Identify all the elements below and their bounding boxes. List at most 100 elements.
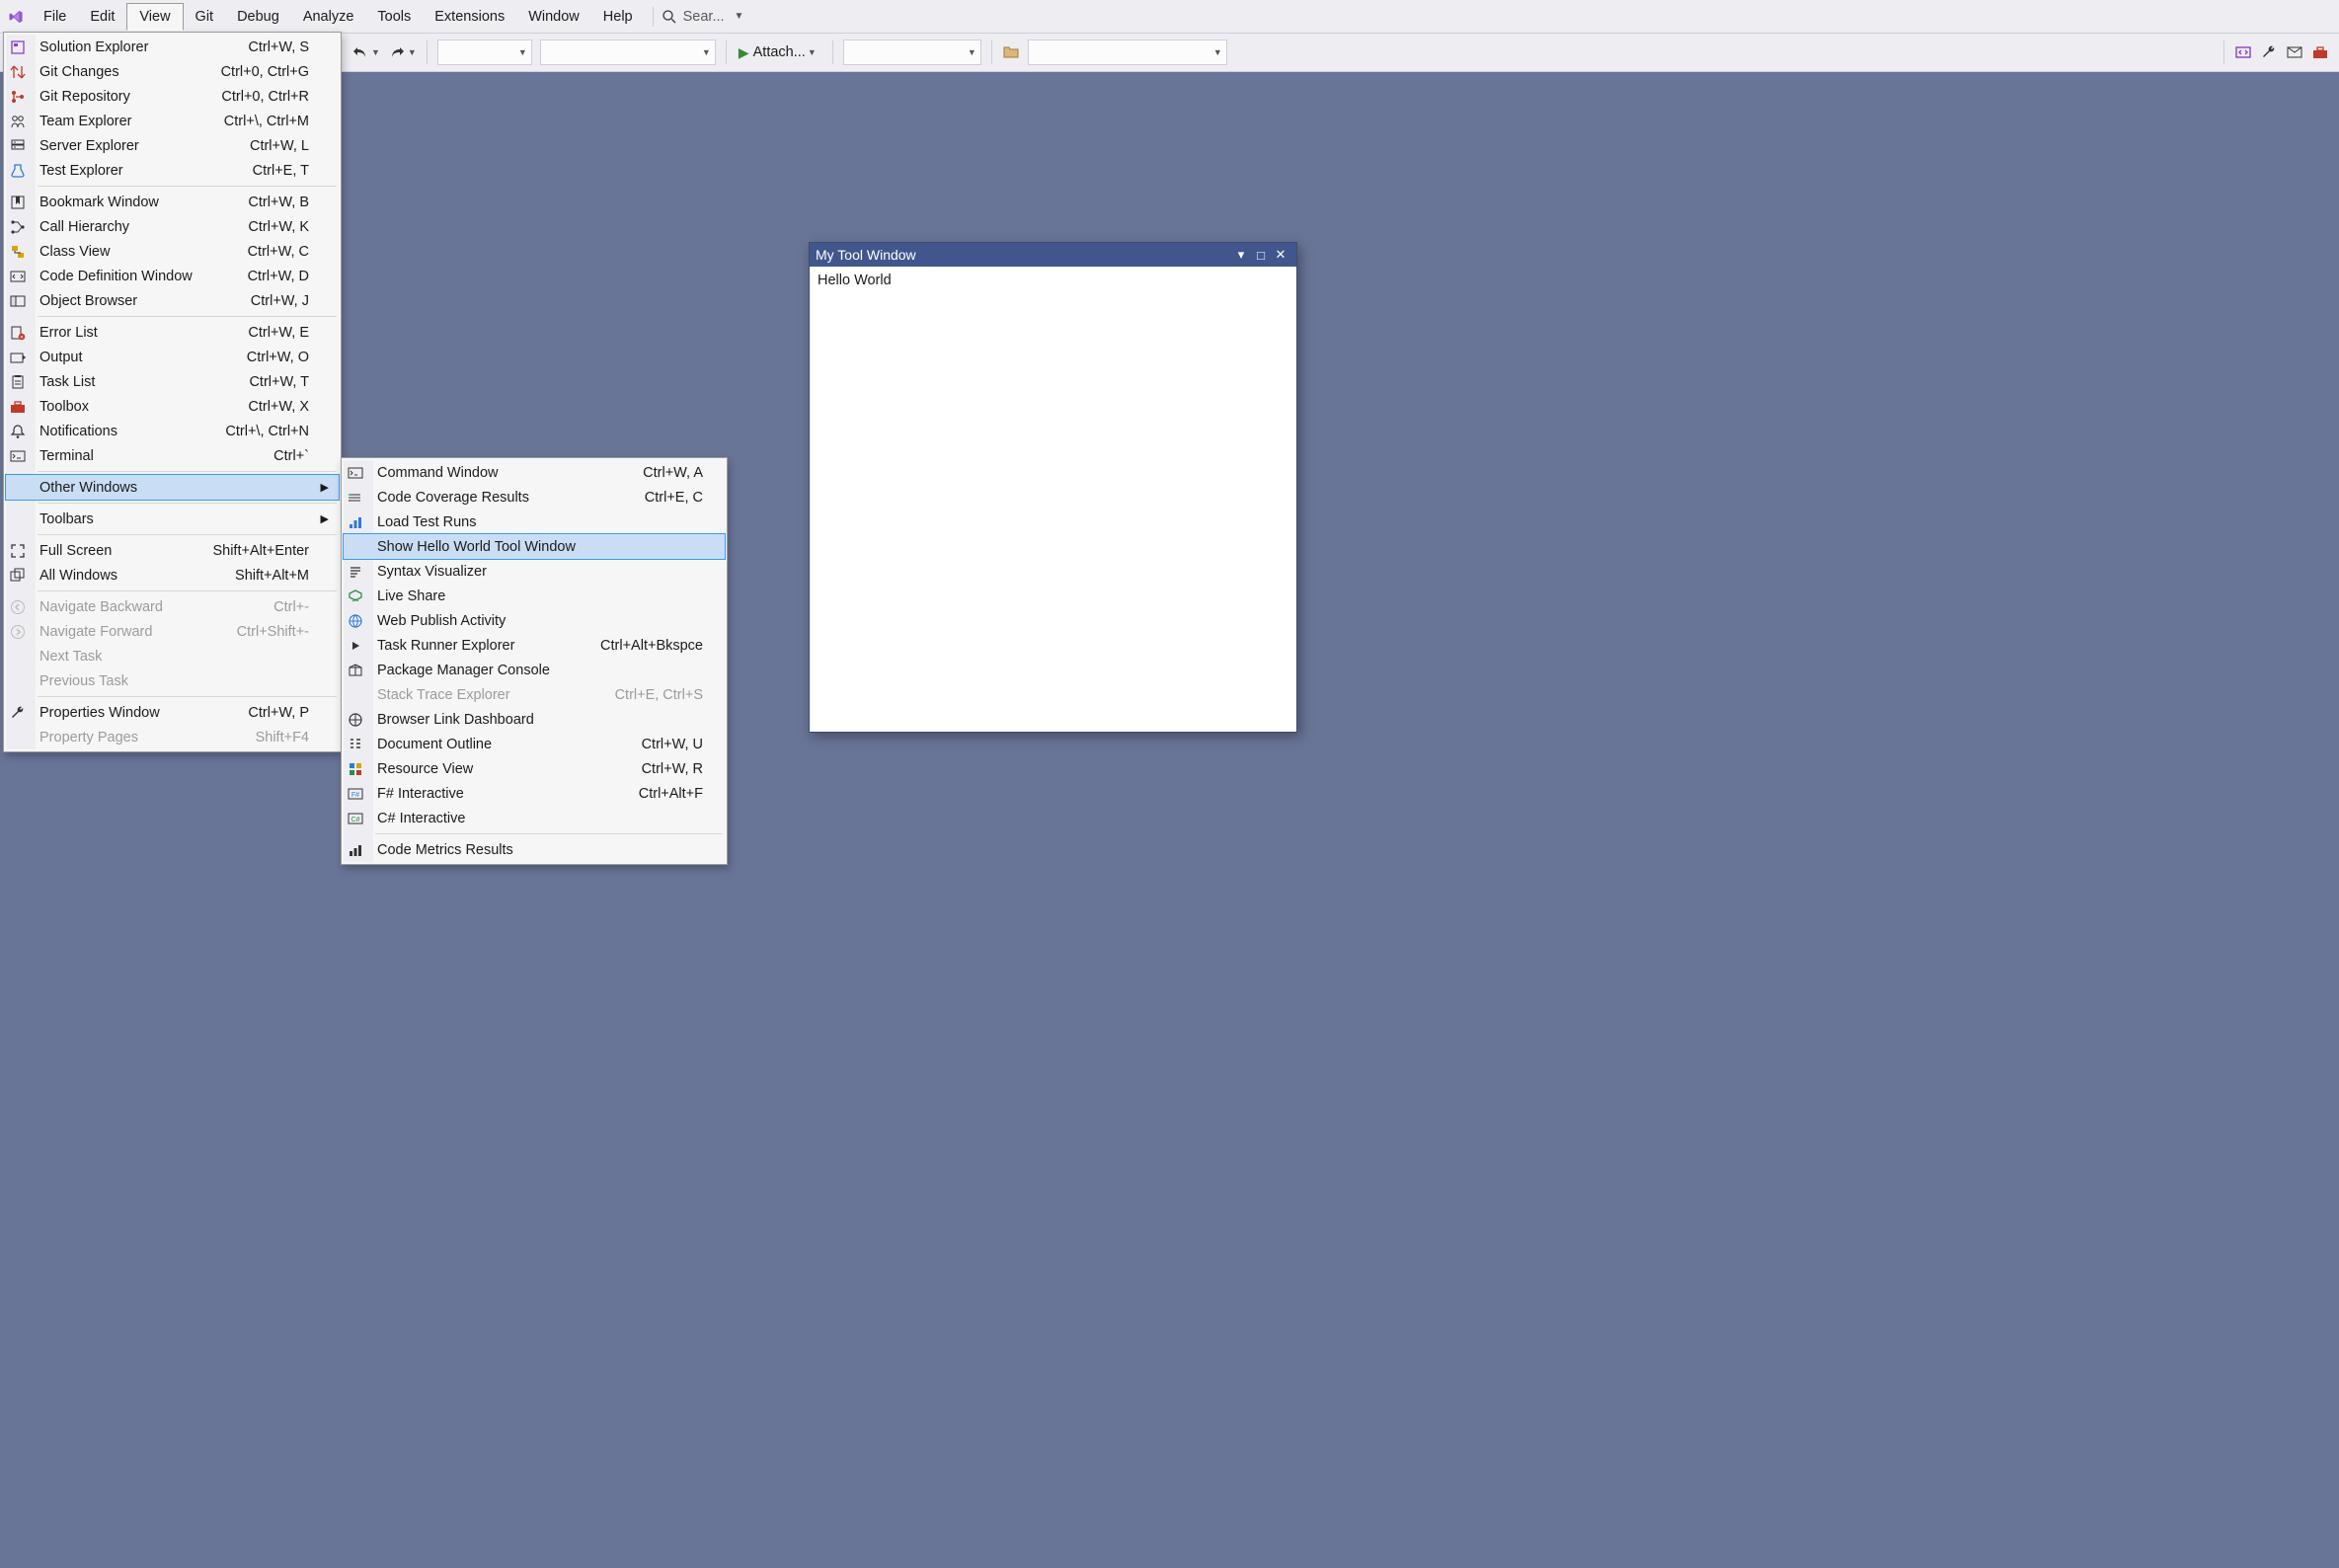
- menu-item-class-view[interactable]: Class ViewCtrl+W, C: [6, 239, 339, 264]
- menu-item-label: Syntax Visualizer: [377, 564, 487, 580]
- menubar-item-extensions[interactable]: Extensions: [423, 3, 516, 31]
- menu-item-label: Next Task: [39, 649, 102, 665]
- svg-text:F#: F#: [351, 792, 359, 799]
- menu-item-syntax-visualizer[interactable]: Syntax Visualizer: [344, 559, 725, 584]
- menu-item-command-window[interactable]: Command WindowCtrl+W, A: [344, 460, 725, 485]
- menubar-item-git[interactable]: Git: [184, 3, 226, 31]
- undo-icon[interactable]: [350, 41, 371, 63]
- menu-item-shortcut: Shift+Alt+Enter: [212, 543, 309, 559]
- menu-item-code-metrics-results[interactable]: Code Metrics Results: [344, 837, 725, 862]
- menu-item-server-explorer[interactable]: Server ExplorerCtrl+W, L: [6, 133, 339, 158]
- menu-item-browser-link-dashboard[interactable]: Browser Link Dashboard: [344, 707, 725, 732]
- chevron-down-icon: ▼: [518, 47, 527, 57]
- menu-item-task-list[interactable]: Task ListCtrl+W, T: [6, 369, 339, 394]
- solution-platform-combo[interactable]: ▼: [540, 39, 716, 65]
- menu-item-git-changes[interactable]: Git ChangesCtrl+0, Ctrl+G: [6, 59, 339, 84]
- menu-item-shortcut: Ctrl+Shift+-: [237, 624, 309, 640]
- folder-icon[interactable]: [1000, 41, 1022, 63]
- menu-item-label: Task List: [39, 374, 95, 390]
- menu-item-team-explorer[interactable]: Team ExplorerCtrl+\, Ctrl+M: [6, 109, 339, 133]
- menu-item-terminal[interactable]: TerminalCtrl+`: [6, 443, 339, 468]
- menu-item-notifications[interactable]: NotificationsCtrl+\, Ctrl+N: [6, 419, 339, 443]
- menu-item-f-interactive[interactable]: F#F# InteractiveCtrl+Alt+F: [344, 781, 725, 806]
- chevron-down-icon[interactable]: ▼: [371, 47, 380, 57]
- menu-item-label: C# Interactive: [377, 811, 465, 826]
- chevron-down-icon: ▼: [968, 47, 976, 57]
- menu-item-full-screen[interactable]: Full ScreenShift+Alt+Enter: [6, 538, 339, 563]
- menu-item-git-repository[interactable]: Git RepositoryCtrl+0, Ctrl+R: [6, 84, 339, 109]
- menu-item-task-runner-explorer[interactable]: Task Runner ExplorerCtrl+Alt+Bkspce: [344, 633, 725, 658]
- wrench-icon[interactable]: [2258, 41, 2280, 63]
- menu-item-resource-view[interactable]: Resource ViewCtrl+W, R: [344, 756, 725, 781]
- toolbox-right-icon[interactable]: [2309, 41, 2331, 63]
- menu-item-label: Live Share: [377, 588, 445, 604]
- menubar-item-view[interactable]: View: [126, 3, 183, 31]
- menu-item-web-publish-activity[interactable]: Web Publish Activity: [344, 608, 725, 633]
- menubar-item-help[interactable]: Help: [591, 3, 645, 31]
- menu-item-label: All Windows: [39, 568, 117, 584]
- menubar-item-file[interactable]: File: [32, 3, 78, 31]
- menubar-item-window[interactable]: Window: [516, 3, 591, 31]
- menu-item-output[interactable]: OutputCtrl+W, O: [6, 345, 339, 369]
- menubar-item-analyze[interactable]: Analyze: [291, 3, 366, 31]
- maximize-icon[interactable]: □: [1251, 248, 1271, 263]
- menu-item-test-explorer[interactable]: Test ExplorerCtrl+E, T: [6, 158, 339, 183]
- search-box[interactable]: Sear... ▼: [662, 9, 744, 25]
- menu-item-navigate-forward: Navigate ForwardCtrl+Shift+-: [6, 619, 339, 644]
- menu-item-other-windows[interactable]: Other Windows▶: [5, 474, 340, 501]
- menu-item-label: Document Outline: [377, 737, 492, 752]
- menu-item-live-share[interactable]: Live Share: [344, 584, 725, 608]
- class-view-icon: [10, 244, 32, 260]
- menu-item-document-outline[interactable]: Document OutlineCtrl+W, U: [344, 732, 725, 756]
- chevron-down-icon: ▼: [1213, 47, 1222, 57]
- vs-logo-icon: [6, 7, 26, 27]
- menu-item-code-coverage-results[interactable]: Code Coverage ResultsCtrl+E, C: [344, 485, 725, 510]
- menu-item-shortcut: Ctrl+E, T: [253, 163, 309, 179]
- envelope-icon[interactable]: [2284, 41, 2305, 63]
- startup-project-combo[interactable]: ▼: [843, 39, 981, 65]
- menu-item-object-browser[interactable]: Object BrowserCtrl+W, J: [6, 288, 339, 313]
- code-def-window-icon: [10, 269, 32, 284]
- menu-item-shortcut: Ctrl+W, B: [248, 195, 309, 210]
- window-menu-icon[interactable]: ▾: [1231, 247, 1251, 263]
- menu-item-properties-window[interactable]: Properties WindowCtrl+W, P: [6, 700, 339, 725]
- nav-back-icon: [10, 599, 32, 615]
- menu-item-load-test-runs[interactable]: Load Test Runs: [344, 510, 725, 534]
- syntax-visualizer-icon: [348, 564, 369, 580]
- menubar-item-tools[interactable]: Tools: [365, 3, 423, 31]
- menu-item-c-interactive[interactable]: C#C# Interactive: [344, 806, 725, 830]
- menu-item-label: Stack Trace Explorer: [377, 687, 510, 703]
- menu-item-solution-explorer[interactable]: Solution ExplorerCtrl+W, S: [6, 35, 339, 59]
- live-share-icon[interactable]: [2232, 41, 2254, 63]
- attach-button[interactable]: ▶ Attach... ▼: [733, 44, 826, 61]
- menu-item-error-list[interactable]: ✕Error ListCtrl+W, E: [6, 320, 339, 345]
- redo-icon[interactable]: [386, 41, 408, 63]
- error-list-icon: ✕: [10, 325, 32, 341]
- menu-item-toolbars[interactable]: Toolbars▶: [6, 507, 339, 531]
- menu-item-label: Properties Window: [39, 705, 160, 721]
- menubar-item-debug[interactable]: Debug: [225, 3, 291, 31]
- solution-config-combo[interactable]: ▼: [437, 39, 532, 65]
- menubar-item-edit[interactable]: Edit: [78, 3, 126, 31]
- close-icon[interactable]: ✕: [1271, 247, 1290, 263]
- menu-item-package-manager-console[interactable]: Package Manager Console: [344, 658, 725, 682]
- menu-item-code-definition-window[interactable]: Code Definition WindowCtrl+W, D: [6, 264, 339, 288]
- menu-item-call-hierarchy[interactable]: Call HierarchyCtrl+W, K: [6, 214, 339, 239]
- toolbar-separator: [832, 40, 833, 64]
- menu-item-show-hello-world-tool-window[interactable]: Show Hello World Tool Window: [343, 533, 726, 560]
- menu-separator: [38, 316, 337, 317]
- menu-item-all-windows[interactable]: All WindowsShift+Alt+M: [6, 563, 339, 588]
- tool-window-titlebar[interactable]: My Tool Window ▾ □ ✕: [810, 243, 1296, 267]
- menu-item-bookmark-window[interactable]: Bookmark WindowCtrl+W, B: [6, 190, 339, 214]
- menu-item-toolbox[interactable]: ToolboxCtrl+W, X: [6, 394, 339, 419]
- chevron-down-icon[interactable]: ▼: [408, 47, 417, 57]
- menu-item-label: Notifications: [39, 424, 117, 439]
- menu-separator: [38, 696, 337, 697]
- tool-window-content: Hello World: [818, 273, 892, 288]
- find-combo[interactable]: ▼: [1028, 39, 1227, 65]
- svg-text:✕: ✕: [20, 335, 24, 341]
- menu-item-label: Command Window: [377, 465, 499, 481]
- menu-item-label: Load Test Runs: [377, 514, 477, 530]
- toolbar-separator: [991, 40, 992, 64]
- chevron-down-icon: ▼: [808, 47, 817, 57]
